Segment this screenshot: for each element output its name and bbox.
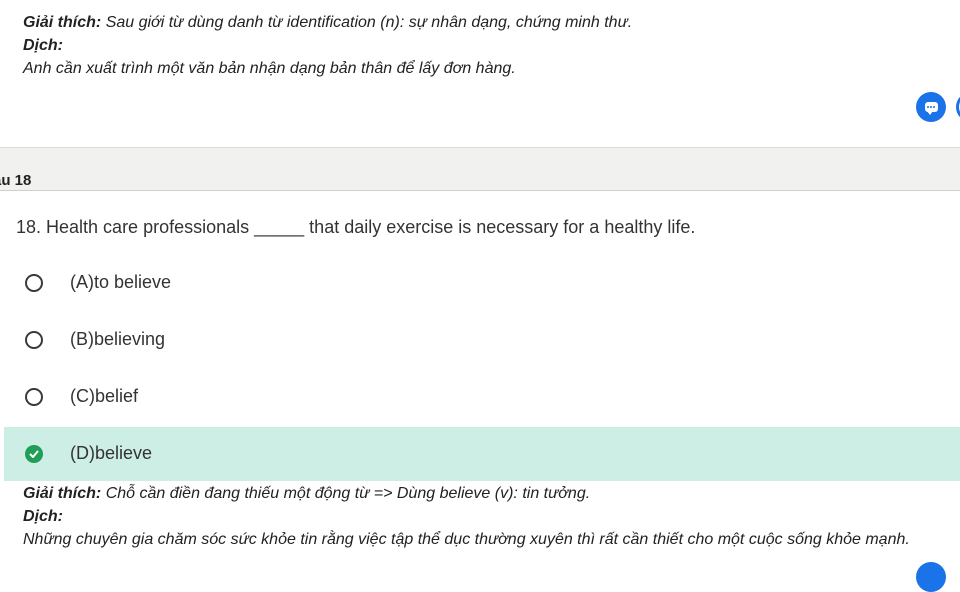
option-a-label: (A)to believe: [70, 272, 172, 292]
check-circle-icon[interactable]: [25, 445, 43, 463]
prev-explanation-text: Sau giới từ dùng danh từ identification …: [105, 14, 633, 31]
explanation-text: Chỗ cần điền đang thiếu một động từ => D…: [105, 485, 591, 502]
comment-icon: [924, 102, 938, 115]
radio-icon[interactable]: [25, 331, 43, 349]
question-header: âu 18: [0, 147, 960, 191]
option-c-label: (C)belief: [70, 386, 139, 406]
option-d-label: (D)believe: [70, 443, 153, 463]
translation-label: Dịch:: [23, 508, 63, 525]
translation-label-line: Dịch:: [23, 505, 63, 528]
explanation-line: Giải thích: Chỗ cần điền đang thiếu một …: [23, 482, 590, 505]
option-d[interactable]: (D)believe: [4, 427, 960, 481]
explanation-label: Giải thích:: [23, 485, 102, 502]
prev-translation-label-line: Dịch:: [23, 34, 63, 57]
question-text: 18. Health care professionals _____ that…: [16, 217, 696, 237]
translation-text: Những chuyên gia chăm sóc sức khỏe tin r…: [23, 531, 910, 548]
secondary-action-button[interactable]: [956, 92, 960, 122]
radio-icon[interactable]: [25, 388, 43, 406]
prev-translation-text: Anh cần xuất trình một văn bản nhận dạng…: [23, 60, 516, 77]
prev-translation-label: Dịch:: [23, 37, 63, 54]
option-c[interactable]: (C)belief: [4, 370, 960, 424]
radio-icon[interactable]: [25, 274, 43, 292]
question-number: âu 18: [0, 172, 32, 189]
option-a[interactable]: (A)to believe: [4, 256, 960, 310]
prev-explanation-label: Giải thích:: [23, 14, 102, 31]
option-b-label: (B)believing: [70, 329, 166, 349]
comment-button[interactable]: [916, 92, 946, 122]
option-b[interactable]: (B)believing: [4, 313, 960, 367]
prev-explanation-line: Giải thích: Sau giới từ dùng danh từ ide…: [23, 11, 632, 34]
comment-button-next[interactable]: [916, 562, 946, 592]
